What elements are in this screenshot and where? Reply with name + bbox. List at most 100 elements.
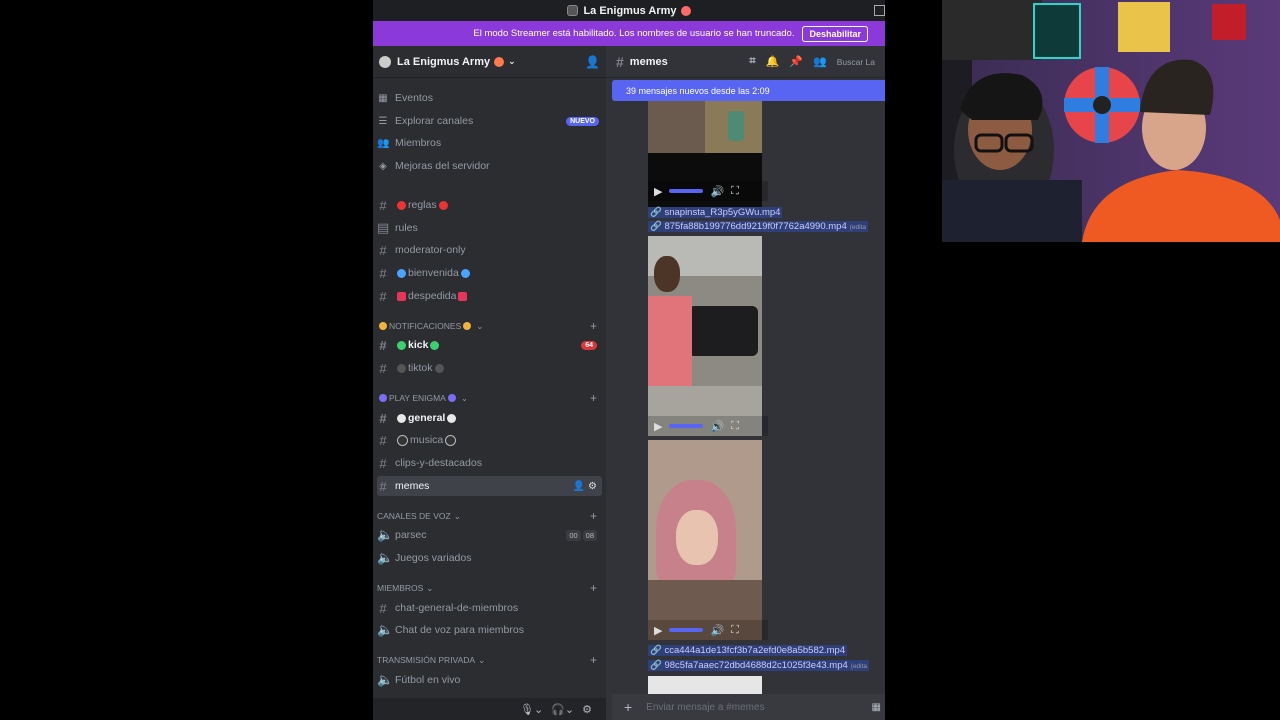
menu-item-eventos[interactable]: ▦ Eventos xyxy=(377,88,602,108)
edited-label: (edita xyxy=(850,663,868,670)
hash-icon: # xyxy=(379,478,387,494)
attachment-link[interactable]: 🔗 875fa88b199776dd9219f0f7762a4990.mp4 (e… xyxy=(648,221,868,232)
channel-label: memes xyxy=(395,480,430,492)
channel-kick[interactable]: # kick 64 xyxy=(377,335,602,355)
add-channel-icon[interactable]: + xyxy=(590,509,597,523)
bell-icon[interactable]: 🔔 xyxy=(766,55,780,68)
chevron-down-icon: ⌄ xyxy=(476,320,484,331)
gamepad-emoji-icon xyxy=(379,394,387,402)
gift-icon[interactable]: ▦ xyxy=(872,702,881,713)
category-canales-de-voz[interactable]: CANALES DE VOZ ⌄ + xyxy=(377,509,602,523)
emoji-icon xyxy=(397,291,406,301)
settings-icon[interactable]: ⚙ xyxy=(582,703,592,716)
video-controls[interactable]: ▶ 🔊 ⛶ xyxy=(648,620,768,640)
voice-channel-futbol[interactable]: 🔈 Fútbol en vivo xyxy=(377,670,602,690)
channel-memes[interactable]: # memes 👤 ⚙ xyxy=(377,476,602,496)
channel-label: bienvenida xyxy=(408,267,459,279)
maximize-button[interactable] xyxy=(874,5,885,16)
channel-label: parsec xyxy=(395,529,427,541)
speaker-icon: 🔈 xyxy=(377,550,394,565)
voice-channel-juegos[interactable]: 🔈 Juegos variados xyxy=(377,548,602,568)
add-channel-icon[interactable]: + xyxy=(590,581,597,595)
emoji-icon xyxy=(494,56,505,67)
fullscreen-icon[interactable]: ⛶ xyxy=(731,420,739,433)
attachment-link[interactable]: 🔗 98c5fa7aaec72dbd4688d2c1025f3e43.mp4 (e… xyxy=(648,660,870,671)
menu-item-mejoras[interactable]: ◈ Mejoras del servidor xyxy=(377,156,602,176)
speaker-icon: 🔈 xyxy=(377,622,394,637)
pin-icon[interactable]: 📌 xyxy=(789,55,803,68)
channel-bienvenida[interactable]: # bienvenida xyxy=(377,263,602,283)
add-channel-icon[interactable]: + xyxy=(590,391,597,405)
fullscreen-icon[interactable]: ⛶ xyxy=(731,185,739,198)
chevron-down-icon: ⌄ xyxy=(460,392,468,403)
gem-emoji-icon xyxy=(460,268,470,278)
chat-area: # memes ⌗ 🔔 📌 👥 Buscar La 39 mensajes nu… xyxy=(606,46,885,720)
play-icon[interactable]: ▶ xyxy=(654,185,662,198)
channel-moderator-only[interactable]: # moderator-only xyxy=(377,240,602,260)
mention-badge: 64 xyxy=(581,340,597,350)
user-limit-badge: 00 08 xyxy=(566,529,597,541)
attachment-link[interactable]: 🔗 snapinsta_R3p5yGWu.mp4 xyxy=(648,207,783,218)
server-header[interactable]: La Enigmus Army ⌄ 👤 xyxy=(373,46,606,78)
menu-item-explorar[interactable]: ☰ Explorar canales NUEVO xyxy=(377,111,602,131)
add-channel-icon[interactable]: + xyxy=(590,319,597,333)
video-controls[interactable]: ▶ 🔊 ⛶ xyxy=(648,416,768,436)
hash-icon: # xyxy=(379,410,387,426)
channel-reglas[interactable]: # reglas xyxy=(377,195,602,215)
banner-text: El modo Streamer está habilitado. Los no… xyxy=(473,28,795,39)
channel-clips[interactable]: # clips-y-destacados xyxy=(377,453,602,473)
channel-label: reglas xyxy=(408,199,437,211)
voice-channel-parsec[interactable]: 🔈 parsec 00 08 xyxy=(377,525,602,545)
progress-bar[interactable] xyxy=(669,628,704,632)
add-channel-icon[interactable]: + xyxy=(590,653,597,667)
category-label: NOTIFICACIONES xyxy=(389,321,462,331)
progress-bar[interactable] xyxy=(669,424,704,428)
channel-tiktok[interactable]: # tiktok xyxy=(377,358,602,378)
fullscreen-icon[interactable]: ⛶ xyxy=(731,624,739,637)
green-circle-emoji-icon xyxy=(430,340,440,350)
video-controls[interactable]: ▶ 🔊 ⛶ xyxy=(648,181,768,201)
video-attachment[interactable] xyxy=(648,440,762,640)
channel-general[interactable]: # general xyxy=(377,408,602,428)
add-attachment-icon[interactable]: + xyxy=(624,699,632,715)
channel-chat-general-miembros[interactable]: # chat-general-de-miembros xyxy=(377,598,602,618)
play-icon[interactable]: ▶ xyxy=(654,624,662,637)
category-notificaciones[interactable]: NOTIFICACIONES ⌄ + xyxy=(377,319,602,333)
search-input[interactable]: Buscar La xyxy=(837,57,875,67)
speech-bubble-emoji-icon xyxy=(397,413,406,423)
progress-bar[interactable] xyxy=(669,189,704,193)
menu-item-miembros[interactable]: 👥 Miembros xyxy=(377,133,602,153)
microphone-icon[interactable]: 🎙⌄ xyxy=(520,703,543,716)
new-messages-bar[interactable]: 39 mensajes nuevos desde las 2:09 xyxy=(612,80,885,101)
message-composer[interactable]: + Enviar mensaje a #memes ▦ xyxy=(612,694,885,720)
volume-icon[interactable]: 🔊 xyxy=(710,420,724,433)
member-list-icon[interactable]: 👥 xyxy=(813,55,827,68)
channel-settings-icons[interactable]: 👤 ⚙ xyxy=(573,481,597,492)
edited-label: (edita xyxy=(849,224,866,231)
hash-icon: # xyxy=(379,432,387,448)
rules-icon: ▤ xyxy=(377,220,390,235)
image-attachment[interactable] xyxy=(648,676,762,696)
volume-icon[interactable]: 🔊 xyxy=(710,185,724,198)
emoji-icon xyxy=(458,291,468,301)
volume-icon[interactable]: 🔊 xyxy=(710,624,724,637)
link-text: cca444a1de13fcf3b7a2efd0e8a5b582.mp4 xyxy=(664,645,846,656)
voice-channel-miembros[interactable]: 🔈 Chat de voz para miembros xyxy=(377,620,602,640)
headphones-icon[interactable]: 🎧⌄ xyxy=(551,703,574,716)
channel-label: Fútbol en vivo xyxy=(395,674,461,686)
channel-rules[interactable]: ▤ rules xyxy=(377,218,602,238)
channel-musica[interactable]: # musica xyxy=(377,430,602,450)
category-play-enigma[interactable]: PLAY ENIGMA ⌄ + xyxy=(377,391,602,405)
threads-icon[interactable]: ⌗ xyxy=(749,55,755,68)
category-miembros[interactable]: MIEMBROS ⌄ + xyxy=(377,581,602,595)
hash-icon: # xyxy=(379,265,387,281)
category-transmision-privada[interactable]: TRANSMISIÓN PRIVADA ⌄ + xyxy=(377,653,602,667)
play-icon[interactable]: ▶ xyxy=(654,420,662,433)
invite-icon[interactable]: 👤 xyxy=(585,55,600,69)
channel-despedida[interactable]: # despedida xyxy=(377,286,602,306)
channel-label: chat-general-de-miembros xyxy=(395,602,519,614)
channel-label: Chat de voz para miembros xyxy=(395,624,524,636)
video-attachment[interactable] xyxy=(648,236,762,436)
disable-button[interactable]: Deshabilitar xyxy=(802,25,868,42)
attachment-link[interactable]: 🔗 cca444a1de13fcf3b7a2efd0e8a5b582.mp4 xyxy=(648,645,848,656)
